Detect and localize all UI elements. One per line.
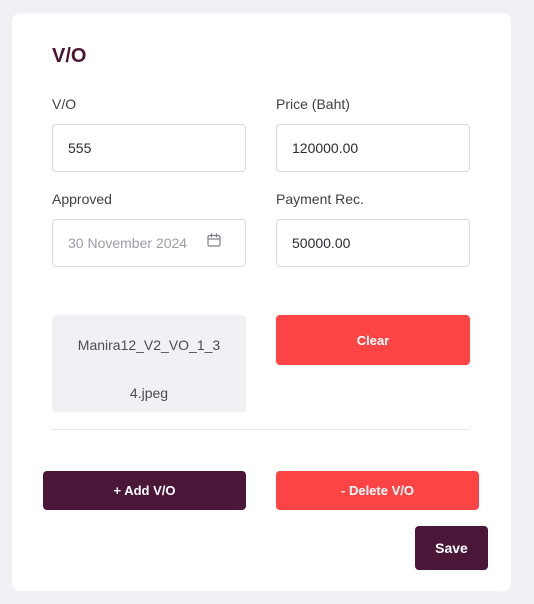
attachment-preview[interactable]: Manira12_V2_VO_1_3 4.jpeg bbox=[52, 315, 246, 412]
vo-label: V/O bbox=[52, 96, 77, 112]
divider bbox=[52, 429, 470, 430]
clear-button[interactable]: Clear bbox=[276, 315, 470, 365]
delete-vo-button[interactable]: - Delete V/O bbox=[276, 471, 479, 510]
approved-date-input[interactable]: 30 November 2024 bbox=[52, 219, 246, 267]
save-button[interactable]: Save bbox=[415, 526, 488, 570]
price-input[interactable]: 120000.00 bbox=[276, 124, 470, 172]
vo-card: V/O V/O 555 Price (Baht) 120000.00 Appro… bbox=[12, 13, 511, 591]
vo-input[interactable]: 555 bbox=[52, 124, 246, 172]
payment-input[interactable]: 50000.00 bbox=[276, 219, 470, 267]
add-vo-button[interactable]: + Add V/O bbox=[43, 471, 246, 510]
approved-date-value: 30 November 2024 bbox=[68, 235, 188, 251]
form-title: V/O bbox=[52, 45, 87, 67]
attachment-filename-line2: 4.jpeg bbox=[129, 385, 169, 401]
calendar-icon[interactable] bbox=[207, 233, 221, 247]
payment-label: Payment Rec. bbox=[276, 191, 364, 207]
approved-label: Approved bbox=[52, 191, 112, 207]
attachment-filename-line1: Manira12_V2_VO_1_3 bbox=[77, 337, 221, 353]
price-label: Price (Baht) bbox=[276, 96, 350, 112]
